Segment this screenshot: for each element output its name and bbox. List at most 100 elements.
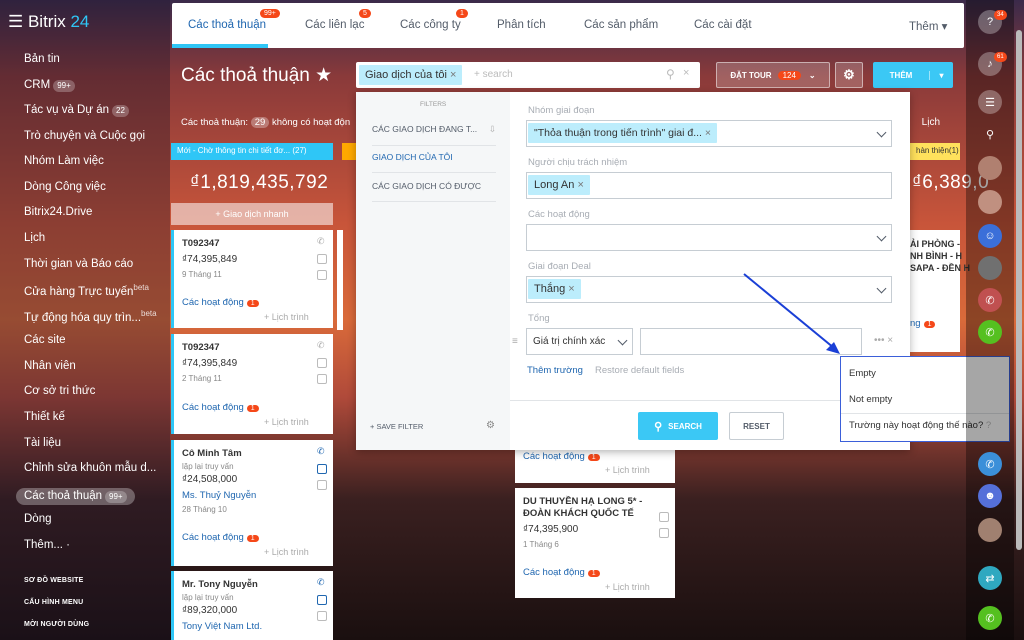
clear-icon[interactable]: × xyxy=(683,67,689,79)
selected-chip[interactable]: Long An × xyxy=(528,175,590,195)
selected-chip[interactable]: Thắng × xyxy=(528,279,581,299)
chat-icon[interactable]: ☰ xyxy=(978,90,1002,114)
mail-icon[interactable] xyxy=(659,512,669,522)
gear-icon[interactable]: ⚙ xyxy=(835,62,863,88)
close-icon[interactable]: × xyxy=(705,127,711,139)
sidebar-item-chat[interactable]: Trò chuyện và Cuộc gọi xyxy=(24,130,145,142)
sidebar-item-workgroups[interactable]: Nhóm Làm việc xyxy=(24,155,104,167)
mail-icon[interactable] xyxy=(317,358,327,368)
phone-icon[interactable]: ✆ xyxy=(978,606,1002,630)
hamburger-icon[interactable]: ☰ xyxy=(8,12,28,31)
tab-more[interactable]: Thêm ▾ xyxy=(909,19,947,33)
deal-card[interactable]: T092347 ₫74,395,849 9 Tháng 11 Các hoạt … xyxy=(171,230,333,328)
sidebar-item-crm[interactable]: CRM 99+ xyxy=(24,79,75,92)
sidebar-item-tasks[interactable]: Tác vụ và Dự án 22 xyxy=(24,104,129,117)
restore-fields-link[interactable]: Restore default fields xyxy=(595,365,684,376)
deal-title[interactable]: T092347 xyxy=(182,238,220,249)
save-filter-button[interactable]: + SAVE FILTER xyxy=(370,422,423,431)
tab-companies[interactable]: Các công ty 1 xyxy=(400,9,468,31)
sidebar-item-online-store[interactable]: Cửa hàng Trực tuyếnbeta xyxy=(24,283,149,298)
tab-deals[interactable]: Các thoả thuận 99+ xyxy=(188,9,280,31)
invite-users-link[interactable]: MỜI NGƯỜI DÙNG xyxy=(24,621,89,628)
reset-button[interactable]: RESET xyxy=(729,412,784,440)
column-header-done[interactable]: hàn thiện(1) xyxy=(910,143,960,160)
filter-preset[interactable]: CÁC GIAO DỊCH ĐANG T... ⇩ xyxy=(372,124,496,146)
filter-search-bar[interactable]: Giao dịch của tôi × + search ⚲ × xyxy=(356,62,700,88)
chevron-down-icon[interactable]: ▾ xyxy=(929,70,953,80)
chat-icon[interactable] xyxy=(317,611,327,621)
transfer-icon[interactable]: ⇄ xyxy=(978,566,1002,590)
gear-icon[interactable]: ⚙ xyxy=(486,420,495,431)
option-empty[interactable]: Empty xyxy=(849,368,876,379)
phone-icon[interactable]: ✆ xyxy=(317,446,327,456)
sidebar-item-workflows[interactable]: Dòng Công việc xyxy=(24,181,106,193)
deal-title[interactable]: T092347 xyxy=(182,342,220,353)
sidebar-item-drive[interactable]: Bitrix24.Drive xyxy=(24,206,92,218)
sidebar-item-deals[interactable]: Các thoả thuận 99+ xyxy=(16,488,135,505)
total-type-select[interactable]: Giá trị chính xác xyxy=(526,328,633,355)
sidebar-item-more[interactable]: Thêm... · xyxy=(24,539,70,551)
column-header-next[interactable] xyxy=(342,143,356,160)
option-not-empty[interactable]: Not empty xyxy=(849,394,892,405)
sidebar-item-calendar[interactable]: Lịch xyxy=(24,232,45,244)
activities-link[interactable]: Các hoạt động 1 xyxy=(182,402,259,413)
sidebar-item-sites[interactable]: Các site xyxy=(24,334,66,346)
mail-icon[interactable] xyxy=(317,254,327,264)
tab-analytics[interactable]: Phân tích xyxy=(497,19,546,31)
sidebar-item-documents[interactable]: Tài liệu xyxy=(24,437,61,449)
filter-chip[interactable]: Giao dịch của tôi × xyxy=(359,65,463,85)
sidebar-item-design[interactable]: Thiết kế xyxy=(24,411,65,423)
deal-card[interactable]: Các hoạt động 1 + Lịch trình xyxy=(515,445,675,483)
schedule-link[interactable]: + Lịch trình xyxy=(605,582,650,592)
tab-settings[interactable]: Các cài đặt xyxy=(694,19,752,31)
sidebar-item-stream[interactable]: Dòng xyxy=(24,513,52,525)
filter-preset[interactable]: CÁC GIAO DỊCH CÓ ĐƯỢC xyxy=(372,181,496,202)
activities-link[interactable]: Các hoạt động 1 xyxy=(182,532,259,543)
tab-products[interactable]: Các sản phẩm xyxy=(584,19,658,31)
phone-icon[interactable]: ✆ xyxy=(317,236,327,246)
sidebar-item-template-edit[interactable]: Chỉnh sửa khuôn mẫu d... xyxy=(24,462,156,474)
deal-card[interactable]: T092347 ₫74,395,849 2 Tháng 11 Các hoạt … xyxy=(171,334,333,434)
avatar[interactable] xyxy=(978,190,1002,214)
summary-count[interactable]: 29 xyxy=(250,117,270,128)
deal-title[interactable]: Cô Minh Tâm xyxy=(182,448,242,459)
filter-preset-active[interactable]: GIAO DỊCH CỦA TÔI xyxy=(372,152,496,173)
quick-deal-button[interactable]: + Giao dịch nhanh xyxy=(171,203,333,225)
sidebar-item-employees[interactable]: Nhân viên xyxy=(24,360,76,372)
tab-contacts[interactable]: Các liên lạc 5 xyxy=(305,9,371,31)
schedule-link[interactable]: + Lịch trình xyxy=(264,417,309,427)
selected-chip[interactable]: "Thỏa thuận trong tiến trình" giai đ... … xyxy=(528,123,718,143)
contact-link[interactable]: Ms. Thuỷ Nguyễn xyxy=(182,490,256,501)
drag-handle-icon[interactable]: ≡ xyxy=(512,336,518,347)
deal-title[interactable]: DU THUYỀN HẠ LONG 5* - ĐOÀN KHÁCH QUỐC TẾ xyxy=(523,496,642,520)
close-icon[interactable]: × xyxy=(577,179,583,191)
avatar[interactable] xyxy=(978,518,1002,542)
add-button[interactable]: THÊM ▾ xyxy=(873,62,953,88)
more-icon[interactable]: ••• × xyxy=(874,335,893,346)
chat-icon[interactable] xyxy=(317,374,327,384)
activities-link[interactable]: ng 1 xyxy=(910,318,936,329)
column-header-new[interactable]: Mới - Chờ thông tin chi tiết đơ... (27) xyxy=(171,143,333,160)
activities-link[interactable]: Các hoạt động 1 xyxy=(523,567,600,578)
sidebar-item-news[interactable]: Bản tin xyxy=(24,53,60,65)
schedule-link[interactable]: + Lịch trình xyxy=(605,465,650,475)
mail-icon[interactable] xyxy=(317,595,327,605)
close-icon[interactable]: × xyxy=(568,283,574,295)
sidebar-item-time-reports[interactable]: Thời gian và Báo cáo xyxy=(24,258,133,270)
avatar[interactable] xyxy=(978,256,1002,280)
add-field-link[interactable]: Thêm trường xyxy=(527,365,583,376)
users-icon[interactable]: ☻ xyxy=(978,484,1002,508)
scrollbar[interactable] xyxy=(1016,30,1022,550)
chat-icon[interactable] xyxy=(659,528,669,538)
call-icon[interactable]: ✆ xyxy=(978,288,1002,312)
sidebar-item-knowledge-base[interactable]: Cơ sở tri thức xyxy=(24,385,95,397)
chat-icon[interactable] xyxy=(317,480,327,490)
schedule-link[interactable]: + Lịch trình xyxy=(264,312,309,322)
configure-menu-link[interactable]: CẤU HÌNH MENU xyxy=(24,599,83,606)
close-icon[interactable]: × xyxy=(450,69,456,81)
group-chat-icon[interactable]: ☺ xyxy=(978,224,1002,248)
search-icon[interactable]: ⚲ xyxy=(978,122,1002,146)
sidebar-item-automation[interactable]: Tự động hóa quy trìn...beta xyxy=(24,309,157,324)
schedule-link[interactable]: + Lịch trình xyxy=(264,547,309,557)
search-icon[interactable]: ⚲ xyxy=(666,67,675,81)
